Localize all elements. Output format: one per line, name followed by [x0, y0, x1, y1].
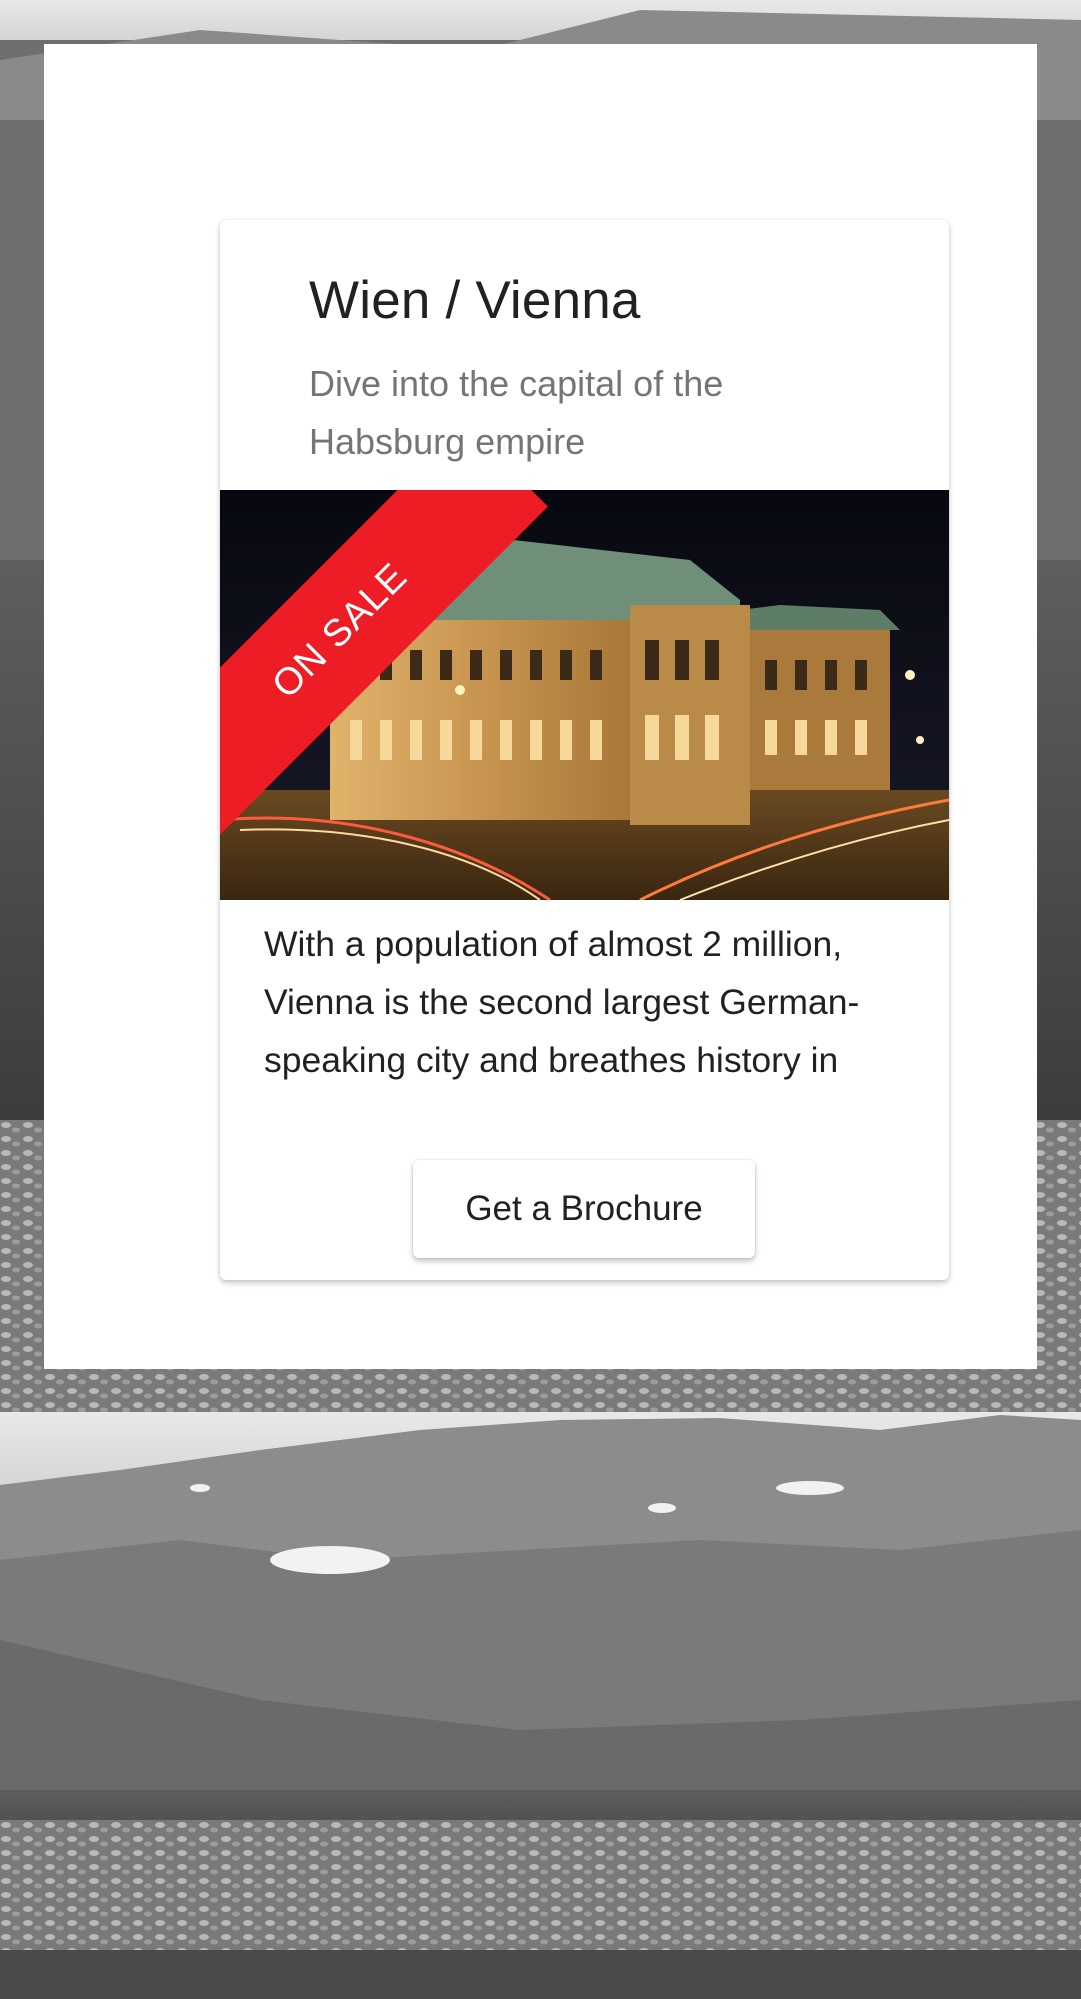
- card-title: Wien / Vienna: [309, 271, 641, 330]
- card-media-image: ON SALE: [220, 490, 949, 900]
- card-description: With a population of almost 2 million, V…: [264, 924, 860, 1080]
- destination-card: Wien / Vienna Dive into the capital of t…: [220, 220, 949, 1280]
- get-brochure-button[interactable]: Get a Brochure: [413, 1160, 755, 1258]
- card-subtitle: Dive into the capital of the Habsburg em…: [309, 363, 724, 462]
- content-sheet: Wien / Vienna Dive into the capital of t…: [44, 44, 1037, 1369]
